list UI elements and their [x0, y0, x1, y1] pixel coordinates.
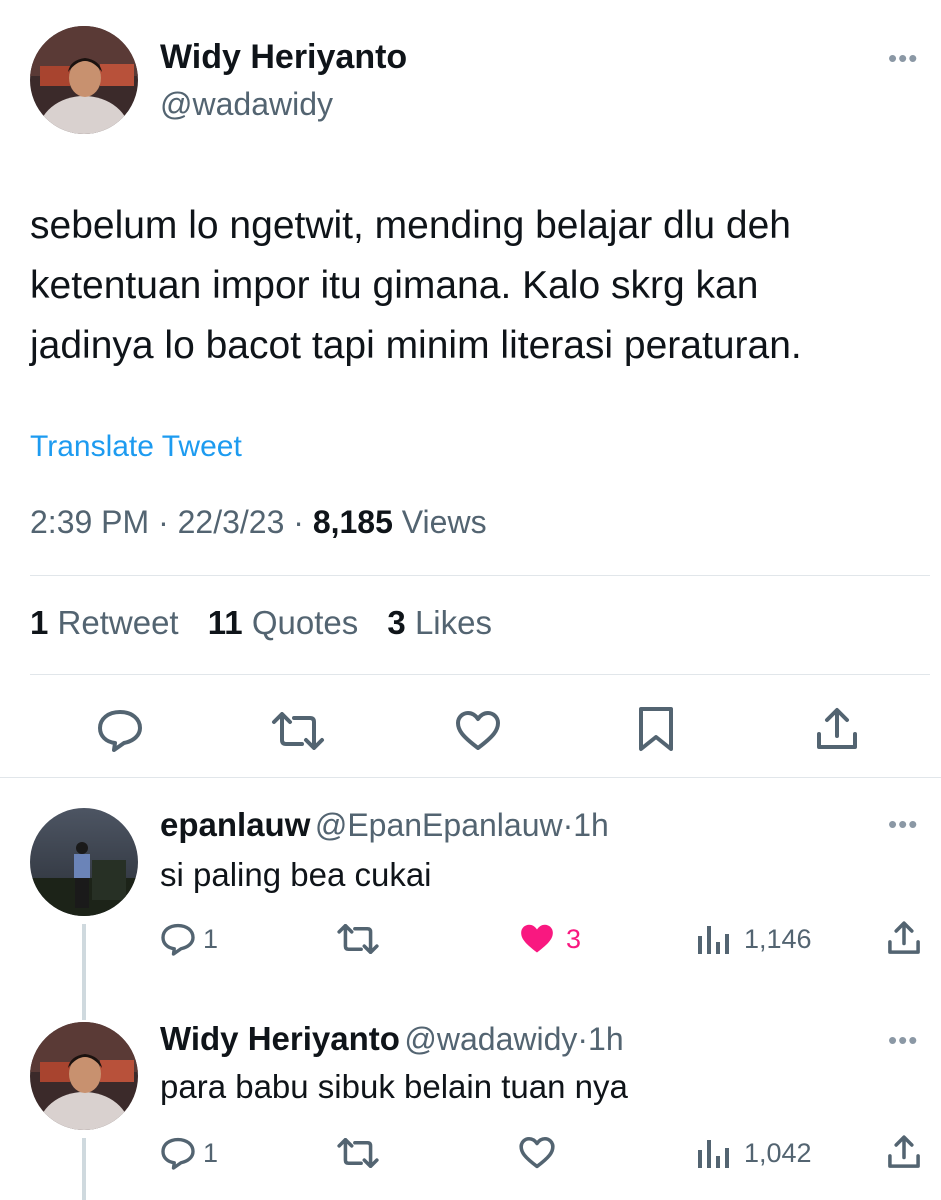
likes-stat[interactable]: 3 Likes	[387, 604, 492, 641]
meta-separator: ·	[293, 504, 304, 540]
thread-line	[82, 924, 86, 1020]
share-icon[interactable]	[886, 1134, 922, 1175]
views-bar-chart-icon[interactable]	[696, 924, 732, 959]
more-horizontal-icon[interactable]: •••	[888, 1027, 918, 1053]
retweets-stat[interactable]: 1 Retweet	[30, 604, 179, 641]
thread-line	[82, 1138, 86, 1200]
quotes-stat[interactable]: 11 Quotes	[208, 604, 358, 641]
bookmark-icon[interactable]	[636, 706, 676, 757]
reply-text: para babu sibuk belain tuan nya	[160, 1068, 628, 1105]
reply-author-name[interactable]: Widy Heriyanto	[160, 1020, 400, 1057]
views-count: 1,146	[744, 924, 812, 954]
views-label: Views	[401, 504, 487, 540]
reply-count: 1	[203, 924, 219, 954]
views-count: 8,185	[312, 504, 393, 540]
reply-text: si paling bea cukai	[160, 856, 432, 893]
divider	[30, 575, 930, 576]
reply-avatar[interactable]	[30, 808, 138, 916]
divider	[0, 777, 941, 778]
author-avatar[interactable]	[30, 26, 138, 134]
more-horizontal-icon[interactable]: •••	[888, 811, 918, 837]
meta-separator: ·	[562, 807, 574, 843]
heart-filled-icon[interactable]	[518, 922, 556, 961]
heart-icon[interactable]	[454, 710, 502, 757]
meta-separator: ·	[158, 504, 169, 540]
reply-author-name[interactable]: epanlauw	[160, 806, 310, 843]
reply-author-handle[interactable]: @EpanEpanlauw	[315, 807, 563, 843]
tweet-text-line: jadinya lo bacot tapi minim literasi per…	[30, 324, 802, 367]
translate-tweet-link[interactable]: Translate Tweet	[30, 430, 242, 464]
share-icon[interactable]	[886, 920, 922, 961]
reply-count: 1	[203, 1138, 219, 1168]
heart-icon[interactable]	[518, 1136, 556, 1175]
reply-icon[interactable]	[160, 1136, 196, 1175]
tweet-meta: 2:39 PM · 22/3/23 · 8,185 Views	[30, 504, 487, 541]
reply-author-handle[interactable]: @wadawidy	[404, 1021, 577, 1057]
reply-icon[interactable]	[160, 922, 196, 961]
more-horizontal-icon[interactable]: •••	[888, 45, 918, 71]
engagement-stats: 1 Retweet 11 Quotes 3 Likes	[30, 604, 492, 642]
tweet-text-line: ketentuan impor itu gimana. Kalo skrg ka…	[30, 264, 759, 307]
reply-icon[interactable]	[96, 708, 144, 757]
tweet-date[interactable]: 22/3/23	[178, 504, 285, 540]
reply-time[interactable]: 1h	[588, 1021, 624, 1057]
reply-avatar[interactable]	[30, 1022, 138, 1130]
reply-header: Widy Heriyanto @wadawidy·1h	[160, 1020, 624, 1058]
meta-separator: ·	[577, 1021, 589, 1057]
reply-time[interactable]: 1h	[573, 807, 609, 843]
retweet-icon[interactable]	[336, 1137, 380, 1173]
retweet-icon[interactable]	[270, 712, 326, 755]
tweet-text-line: sebelum lo ngetwit, mending belajar dlu …	[30, 204, 791, 247]
tweet-time[interactable]: 2:39 PM	[30, 504, 149, 540]
views-bar-chart-icon[interactable]	[696, 1138, 732, 1173]
share-icon[interactable]	[814, 706, 860, 757]
like-count: 3	[566, 924, 582, 954]
retweet-icon[interactable]	[336, 923, 380, 959]
author-name[interactable]: Widy Heriyanto	[160, 38, 407, 77]
author-handle[interactable]: @wadawidy	[160, 86, 333, 123]
divider	[30, 674, 930, 675]
views-count: 1,042	[744, 1138, 812, 1168]
reply-header: epanlauw @EpanEpanlauw·1h	[160, 806, 609, 844]
tweet-text: sebelum lo ngetwit, mending belajar dlu …	[30, 196, 910, 376]
